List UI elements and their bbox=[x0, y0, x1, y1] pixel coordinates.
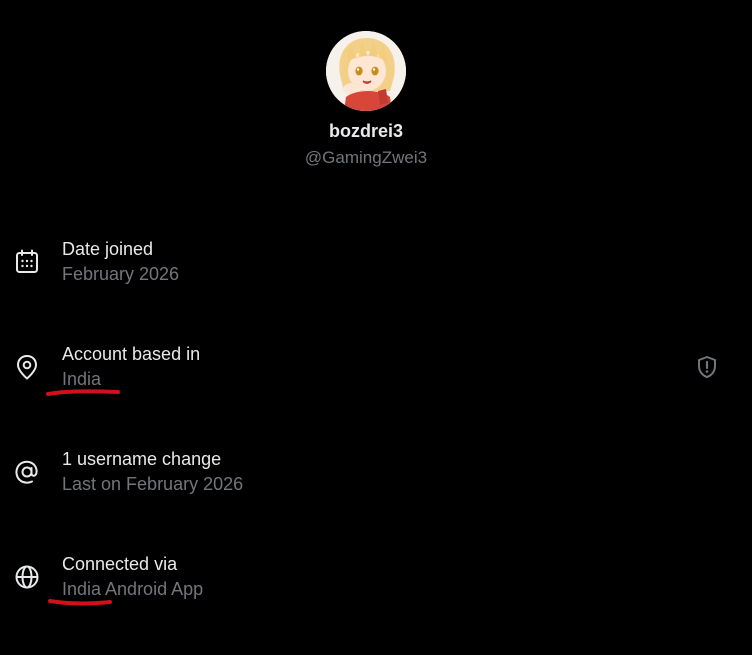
location-pin-icon bbox=[17, 355, 37, 380]
connected-via-label: Connected via bbox=[62, 554, 178, 574]
user-handle: @GamingZwei3 bbox=[304, 148, 428, 167]
account-based-in-label: Account based in bbox=[62, 344, 201, 364]
date-joined-label: Date joined bbox=[62, 239, 154, 259]
display-name: bozdrei3 bbox=[328, 121, 403, 141]
info-row-connected-via: Connected via India Android App bbox=[0, 554, 752, 614]
globe-icon bbox=[15, 565, 39, 589]
about-account-page: bozdrei3 @GamingZwei3 Date joined Februa… bbox=[0, 0, 752, 655]
account-based-in-value: India bbox=[62, 369, 102, 389]
connected-via-value: India Android App bbox=[62, 579, 204, 599]
avatar[interactable] bbox=[326, 31, 406, 111]
avatar-image bbox=[326, 31, 406, 111]
calendar-icon bbox=[16, 249, 38, 273]
info-row-date-joined: Date joined February 2026 bbox=[0, 239, 752, 299]
username-change-label: 1 username change bbox=[62, 449, 222, 469]
username-change-value: Last on February 2026 bbox=[62, 474, 244, 494]
shield-alert-icon[interactable] bbox=[695, 355, 719, 379]
info-row-account-based-in: Account based in India bbox=[0, 344, 752, 404]
info-row-username-change: 1 username change Last on February 2026 bbox=[0, 449, 752, 509]
at-sign-icon bbox=[15, 460, 38, 484]
date-joined-value: February 2026 bbox=[62, 264, 180, 284]
